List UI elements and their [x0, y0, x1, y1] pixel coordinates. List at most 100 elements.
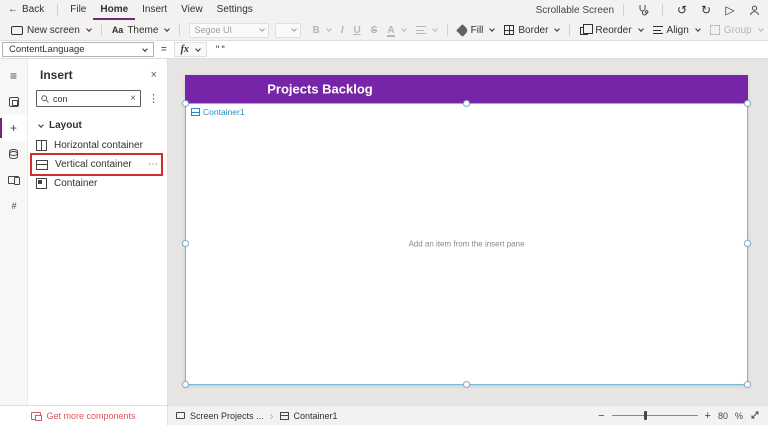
resize-handle-top-left[interactable]	[182, 100, 189, 107]
account-icon[interactable]	[744, 2, 764, 18]
tree-view-icon[interactable]	[0, 89, 27, 115]
fill-button[interactable]: Fill	[453, 20, 500, 40]
menu-file[interactable]: File	[63, 0, 93, 20]
zoom-slider[interactable]	[611, 411, 698, 420]
screen-header-title: Projects Backlog	[267, 81, 373, 97]
get-more-components-link[interactable]: Get more components	[0, 406, 168, 425]
data-icon[interactable]	[0, 141, 27, 167]
search-box[interactable]: ×	[36, 90, 141, 107]
insert-tab-icon[interactable]: +	[0, 115, 27, 141]
resize-handle-top-center[interactable]	[462, 100, 470, 107]
zoom-percent-value: 80	[717, 410, 728, 421]
menu-insert[interactable]: Insert	[135, 0, 174, 20]
formula-bar: ContentLanguage = fx ""	[0, 41, 768, 59]
italic-button[interactable]: I	[336, 20, 349, 40]
item-horizontal-container[interactable]: Horizontal container	[28, 136, 167, 155]
media-icon[interactable]	[0, 167, 27, 193]
canvas-area: Projects Backlog Container1 Add an item …	[168, 59, 768, 405]
undo-icon[interactable]: ↺	[672, 2, 692, 18]
container-label-icon	[191, 108, 200, 116]
align-button[interactable]: Align	[648, 20, 705, 40]
app-screen[interactable]: Projects Backlog Container1 Add an item …	[182, 75, 751, 388]
menu-view[interactable]: View	[174, 0, 210, 20]
resize-handle-mid-right[interactable]	[744, 240, 751, 247]
breadcrumb-screen[interactable]: Screen Projects ...	[190, 411, 264, 421]
font-family-dropdown[interactable]: Segoe UI	[189, 22, 270, 38]
back-button[interactable]: ← Back	[0, 0, 52, 20]
breadcrumb-container[interactable]: Container1	[294, 411, 338, 421]
play-icon[interactable]: ▷	[720, 2, 740, 18]
zoom-out-icon[interactable]: −	[598, 410, 604, 422]
property-value: ContentLanguage	[9, 44, 85, 55]
font-color-button[interactable]: A	[382, 20, 410, 40]
resize-handle-bottom-left[interactable]	[182, 381, 189, 388]
selected-container[interactable]: Container1 Add an item from the insert p…	[182, 100, 751, 388]
text-align-button[interactable]	[411, 20, 442, 40]
fill-icon	[455, 23, 469, 37]
resize-handle-mid-left[interactable]	[182, 240, 189, 247]
equals-sign: =	[161, 44, 167, 55]
back-label: Back	[22, 4, 45, 15]
clear-search-icon[interactable]: ×	[130, 93, 136, 104]
resize-handle-bottom-right[interactable]	[744, 381, 751, 388]
align-label: Align	[666, 24, 689, 36]
more-options-icon[interactable]: ⋮	[146, 92, 161, 105]
app-checker-icon[interactable]	[633, 2, 653, 18]
menu-home[interactable]: Home	[93, 0, 135, 20]
font-size-dropdown[interactable]	[275, 22, 302, 38]
divider	[446, 24, 448, 36]
font-color-icon: A	[387, 24, 395, 37]
collapse-menu-icon[interactable]: ≡	[0, 63, 27, 89]
chevron-down-icon	[431, 26, 438, 32]
formula-input[interactable]: ""	[207, 45, 226, 55]
group-button[interactable]: Group	[705, 20, 768, 40]
group-label: Group	[723, 24, 752, 36]
italic-icon: I	[340, 24, 344, 36]
group-icon	[709, 25, 720, 35]
container-crumb-icon	[279, 411, 289, 420]
search-input[interactable]	[53, 93, 127, 104]
advanced-tools-icon[interactable]: #	[0, 193, 27, 219]
item-more-icon[interactable]: ⋯	[148, 159, 159, 170]
zoom-in-icon[interactable]: +	[705, 410, 711, 422]
theme-button[interactable]: Aa Theme	[107, 20, 175, 40]
new-screen-button[interactable]: New screen	[6, 20, 96, 40]
new-screen-icon	[11, 25, 23, 35]
divider	[569, 24, 571, 36]
bold-button[interactable]: B	[307, 20, 335, 40]
status-bar: Get more components Screen Projects ... …	[0, 405, 768, 425]
new-screen-label: New screen	[27, 24, 80, 36]
layout-section-header[interactable]: Layout	[28, 110, 167, 136]
reorder-button[interactable]: Reorder	[575, 20, 647, 40]
chevron-down-icon	[164, 26, 171, 32]
chevron-down-icon	[554, 26, 561, 32]
close-icon[interactable]: ×	[151, 69, 157, 81]
property-dropdown[interactable]: ContentLanguage	[2, 42, 154, 57]
components-icon	[31, 411, 43, 421]
chevron-down-icon	[757, 26, 764, 32]
item-vertical-container[interactable]: Vertical container ⋯	[28, 153, 167, 176]
body-area: ≡ + # Insert × × ⋮ Layout Ho	[0, 59, 768, 405]
strikethrough-button[interactable]: S	[366, 20, 383, 40]
container-icon	[36, 178, 47, 189]
layout-section-label: Layout	[49, 120, 82, 131]
resize-handle-top-right[interactable]	[744, 100, 751, 107]
redo-icon[interactable]: ↻	[696, 2, 716, 18]
zoom-controls: − + 80 %	[598, 410, 768, 422]
divider	[179, 24, 181, 36]
zoom-slider-thumb[interactable]	[644, 411, 648, 420]
underline-button[interactable]: U	[348, 20, 365, 40]
data-cylinder-glyph	[9, 149, 18, 159]
border-button[interactable]: Border	[499, 20, 564, 40]
item-container[interactable]: Container	[28, 174, 167, 193]
fx-icon: fx	[180, 44, 189, 55]
item-label: Vertical container	[55, 159, 132, 170]
vertical-container-icon	[36, 159, 48, 170]
fit-to-window-icon[interactable]	[750, 410, 760, 422]
border-icon	[504, 25, 515, 35]
resize-handle-bottom-center[interactable]	[462, 381, 470, 388]
menu-settings[interactable]: Settings	[210, 0, 260, 20]
item-label: Container	[54, 178, 98, 189]
fx-dropdown[interactable]: fx	[173, 42, 207, 57]
screen-header-bar[interactable]: Projects Backlog	[185, 75, 748, 103]
